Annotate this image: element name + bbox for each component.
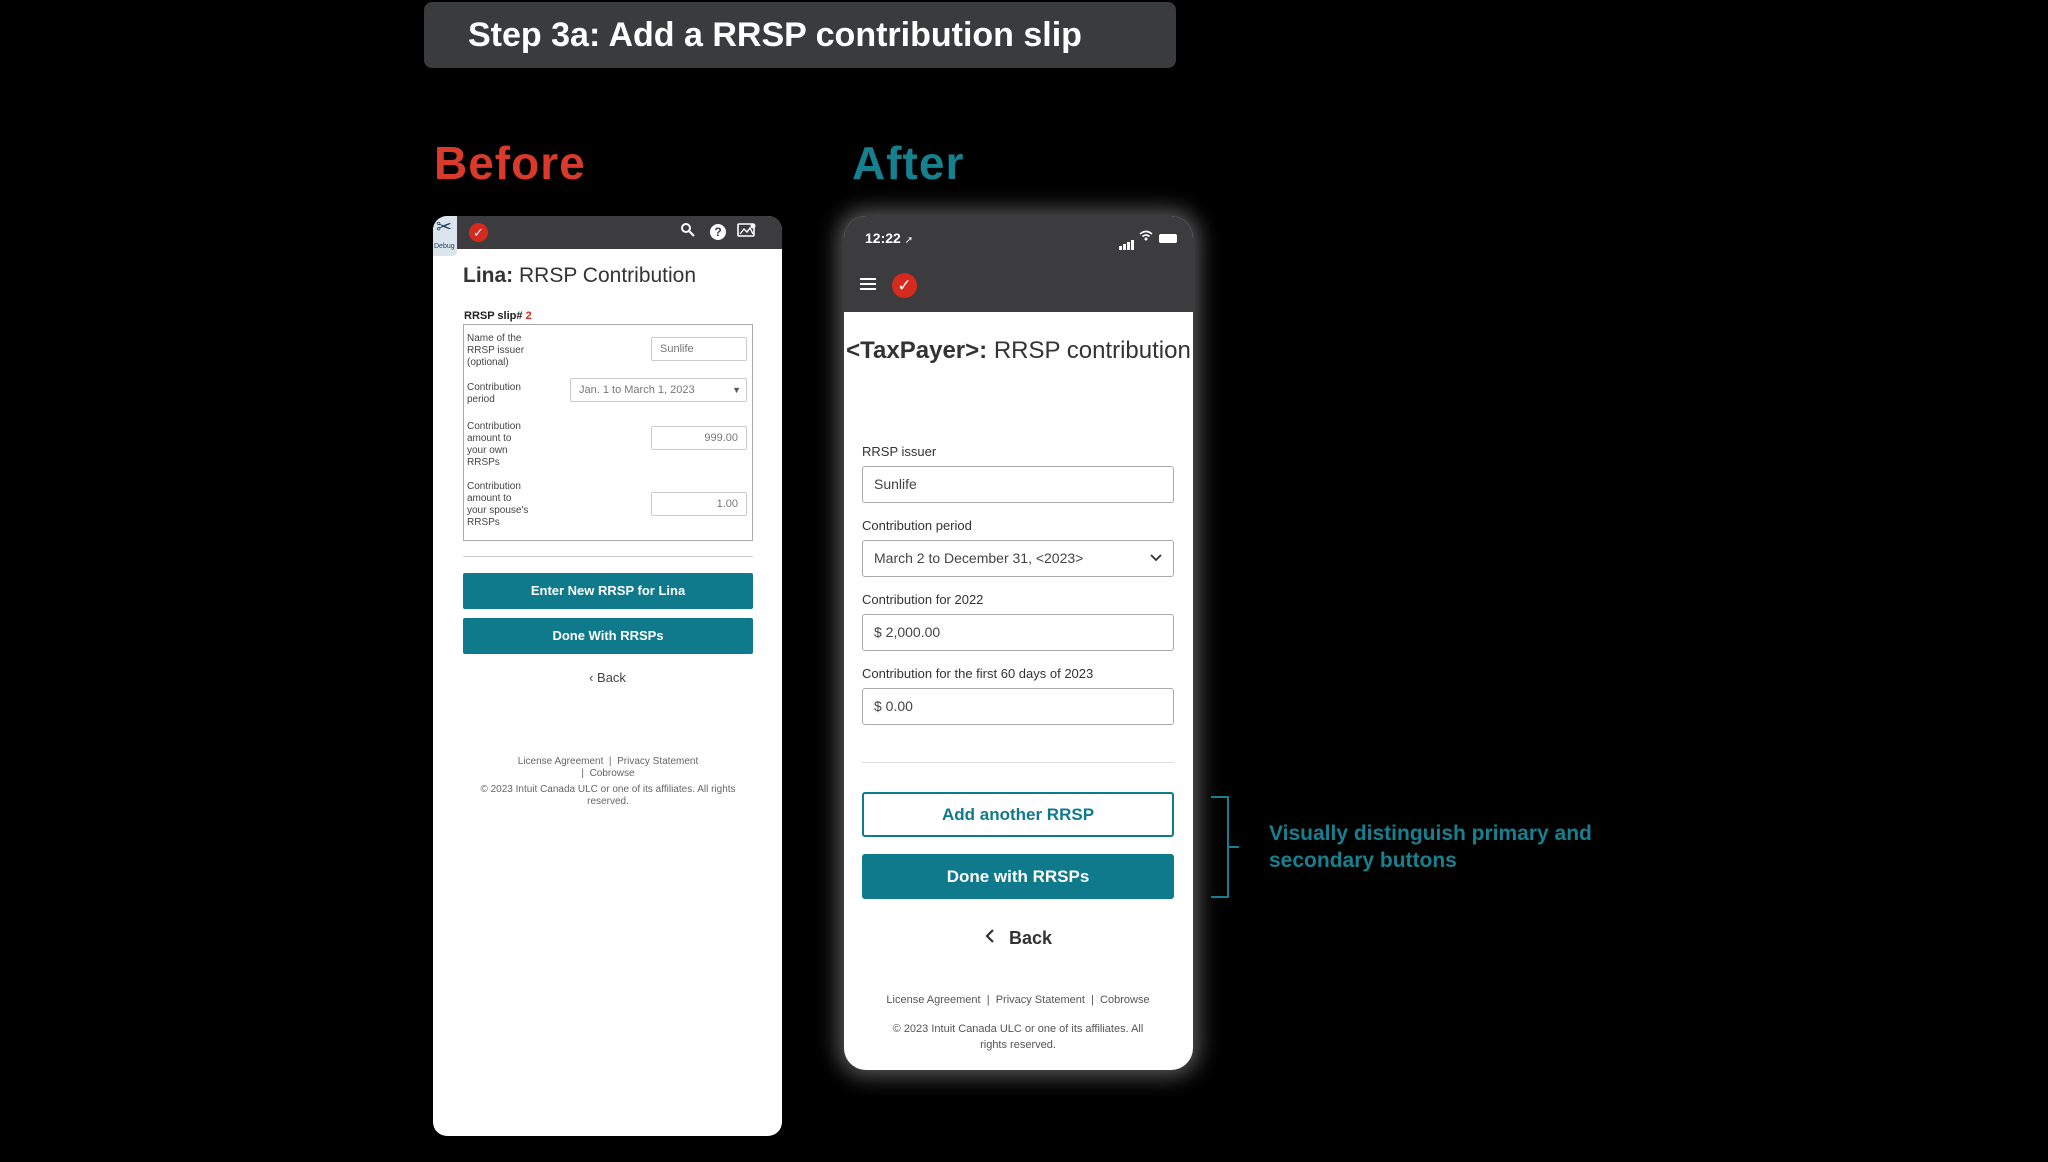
rrsp-issuer-label: RRSP issuer [862,444,937,459]
title-text: RRSP Contribution [513,264,697,287]
before-heading: Before [434,137,586,189]
before-top-bar: ✂ Debug ✓ ? [433,216,782,256]
slip-label-text: RRSP slip# [464,310,523,322]
own-amount-label: Contribution amount to your own RRSPs [467,421,521,468]
footer-links: License Agreement | Privacy Statement | C… [517,756,699,779]
enter-new-rrsp-button[interactable]: Enter New RRSP for Lina [463,573,753,609]
taxpayer-name: Lina: [463,264,514,287]
annotation-text: Visually distinguish primary and seconda… [1269,822,1592,872]
contribution-period-label: Contribution period [862,518,972,533]
contribution-2022-input[interactable]: $ 2,000.00 [862,614,1174,651]
chevron-left-icon: ‹ [589,670,594,685]
chevron-down-icon: ▼ [732,385,741,395]
issuer-label: Name of the RRSP issuer (optional) [467,333,525,368]
wifi-icon [1139,229,1153,244]
done-with-rrsps-button[interactable]: Done With RRSPs [463,618,753,654]
step-title: Step 3a: Add a RRSP contribution slip [468,16,1082,54]
before-divider [463,556,753,557]
rrsp-slip-label: RRSP slip# 2 [464,310,532,322]
rrsp-issuer-input[interactable]: Sunlife [862,466,1174,503]
license-agreement-link[interactable]: License Agreement [518,756,604,767]
battery-icon [1159,234,1177,243]
cobrowse-link[interactable]: Cobrowse [1100,994,1150,1006]
issuer-input[interactable]: Sunlife [651,337,747,361]
copyright: © 2023 Intuit Canada ULC or one of its a… [480,784,736,807]
before-phone-screen: ✂ Debug ✓ ? Lina: RRSP Contribution RRSP… [433,216,782,1136]
slip-number: 2 [525,310,532,322]
cellular-signal-icon [1119,232,1135,250]
add-another-rrsp-button[interactable]: Add another RRSP [862,792,1174,837]
own-amount-input[interactable]: 999.00 [651,426,747,450]
help-icon[interactable]: ? [710,224,726,240]
privacy-statement-link[interactable]: Privacy Statement [996,994,1085,1006]
time-text: 12:22 [865,230,901,246]
turbotax-check-logo: ✓ [469,223,488,242]
contribution-2022-label: Contribution for 2022 [862,592,984,607]
location-arrow-icon: ➚ [904,235,914,246]
done-with-rrsps-button[interactable]: Done with RRSPs [862,854,1174,899]
spouse-amount-input[interactable]: 1.00 [651,492,747,516]
debug-label: Debug [434,243,455,250]
cobrowse-link[interactable]: Cobrowse [590,768,635,779]
back-label: Back [1008,928,1053,948]
turbotax-check-logo: ✓ [892,273,917,298]
chevron-left-icon [985,928,995,949]
status-bar: 12:22 ➚ [844,216,1193,260]
period-select-value: Jan. 1 to March 1, 2023 [579,384,695,396]
period-select[interactable]: Jan. 1 to March 1, 2023 ▼ [570,378,747,402]
copyright: © 2023 Intuit Canada ULC or one of its a… [892,1023,1144,1051]
after-heading: After [852,137,965,189]
license-agreement-link[interactable]: License Agreement [886,994,980,1006]
annotation-bracket [1211,796,1229,898]
annotation-bracket-tick [1229,846,1239,848]
after-phone-screen: 12:22 ➚ ✓ <TaxPayer>: RRSP contribution … [844,216,1193,1070]
tools-icon: ✂ [436,217,452,238]
image-icon[interactable] [737,222,757,244]
spouse-amount-label: Contribution amount to your spouse's RRS… [467,481,529,528]
hamburger-menu-icon[interactable] [860,278,876,292]
period-select-value: March 2 to December 31, <2023> [874,550,1084,566]
step-banner: Step 3a: Add a RRSP contribution slip [424,2,1176,68]
contribution-first-60-days-label: Contribution for the first 60 days of 20… [862,666,1094,681]
title-text: RRSP contribution [987,337,1191,364]
after-page-title: <TaxPayer>: RRSP contribution [844,334,1193,368]
back-link[interactable]: Back [844,928,1193,949]
privacy-statement-link[interactable]: Privacy Statement [617,756,698,767]
debug-badge[interactable]: ✂ Debug [433,216,457,256]
contribution-period-select[interactable]: March 2 to December 31, <2023> [862,540,1174,577]
status-time: 12:22 ➚ [865,230,913,246]
back-link[interactable]: ‹ Back [433,670,782,685]
back-label: Back [597,670,626,685]
before-page-title: Lina: RRSP Contribution [463,264,696,288]
taxpayer-placeholder: <TaxPayer>: [846,337,988,364]
before-rrsp-form: Name of the RRSP issuer (optional) Sunli… [463,324,753,541]
after-divider [862,762,1174,763]
contribution-first-60-days-input[interactable]: $ 0.00 [862,688,1174,725]
search-icon[interactable] [680,222,696,244]
app-nav-bar: ✓ [844,260,1193,312]
chevron-down-icon [1149,541,1163,589]
period-label: Contribution period [467,382,521,405]
footer-links: License Agreement | Privacy Statement | … [886,994,1150,1006]
